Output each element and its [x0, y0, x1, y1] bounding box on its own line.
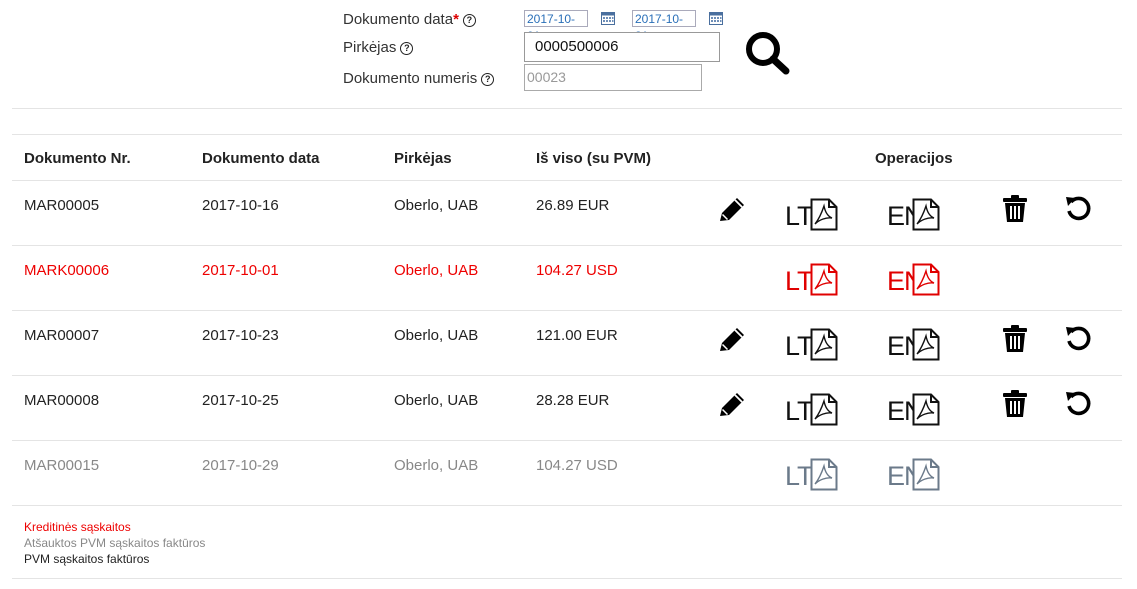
- cell-buyer: Oberlo, UAB: [394, 197, 479, 214]
- trash-icon[interactable]: [1002, 390, 1028, 423]
- divider: [12, 505, 1122, 506]
- edit-icon[interactable]: [717, 195, 747, 228]
- edit-icon[interactable]: [717, 390, 747, 423]
- table-row: MARK00006 2017-10-01 Oberlo, UAB 104.27 USD…: [12, 246, 1122, 311]
- column-header-date: Dokumento data: [202, 150, 320, 167]
- cell-buyer: Oberlo, UAB: [394, 262, 479, 279]
- pdf-lt-button[interactable]: LT: [785, 198, 841, 232]
- divider: [12, 578, 1122, 579]
- pdf-lt-button[interactable]: LT: [785, 393, 841, 427]
- date-label: Dokumento data*?: [343, 11, 476, 28]
- table-row: MAR00015 2017-10-29 Oberlo, UAB 104.27 USD L…: [12, 441, 1122, 506]
- cell-document-number: MAR00015: [24, 457, 100, 474]
- pdf-icon: [912, 393, 940, 426]
- table-row: MAR00007 2017-10-23 Oberlo, UAB 121.00 EUR L…: [12, 311, 1122, 376]
- pdf-language-label: LT: [785, 461, 813, 491]
- cell-buyer: Oberlo, UAB: [394, 327, 479, 344]
- pdf-icon: [912, 263, 940, 296]
- pdf-language-label: LT: [785, 331, 813, 361]
- pdf-en-button[interactable]: EN: [887, 458, 943, 492]
- pdf-language-label: LT: [785, 266, 813, 296]
- pdf-icon: [810, 198, 838, 231]
- trash-icon[interactable]: [1002, 195, 1028, 228]
- undo-icon[interactable]: [1064, 195, 1094, 228]
- search-icon[interactable]: [742, 30, 792, 78]
- legend-credit: Kreditinės sąskaitos: [24, 520, 131, 534]
- cell-document-date: 2017-10-25: [202, 392, 279, 409]
- legend-cancelled: Atšauktos PVM sąskaitos faktūros: [24, 536, 206, 550]
- column-header-total: Iš viso (su PVM): [536, 150, 652, 167]
- document-number-label: Dokumento numeris?: [343, 70, 495, 87]
- pdf-icon: [810, 328, 838, 361]
- cell-total: 121.00 EUR: [536, 327, 618, 344]
- cell-document-date: 2017-10-16: [202, 197, 279, 214]
- pdf-language-label: LT: [785, 201, 813, 231]
- undo-icon[interactable]: [1064, 390, 1094, 423]
- buyer-input[interactable]: 0000500006: [524, 32, 720, 62]
- cell-total: 28.28 EUR: [536, 392, 610, 409]
- cell-document-date: 2017-10-29: [202, 457, 279, 474]
- trash-icon[interactable]: [1002, 325, 1028, 358]
- date-from-input[interactable]: 2017-10-01: [524, 10, 588, 43]
- divider: [12, 134, 1122, 135]
- legend-normal: PVM sąskaitos faktūros: [24, 552, 150, 566]
- required-mark: *: [453, 11, 459, 28]
- pdf-lt-button[interactable]: LT: [785, 263, 841, 297]
- pdf-icon: [912, 198, 940, 231]
- help-icon[interactable]: ?: [481, 73, 495, 86]
- pdf-icon: [912, 458, 940, 491]
- pdf-icon: [810, 393, 838, 426]
- pdf-lt-button[interactable]: LT: [785, 328, 841, 362]
- cell-document-number: MAR00005: [24, 197, 100, 214]
- cell-document-number: MAR00007: [24, 327, 100, 344]
- pdf-en-button[interactable]: EN: [887, 328, 943, 362]
- column-header-number: Dokumento Nr.: [24, 150, 131, 167]
- cell-document-number: MARK00006: [24, 262, 110, 279]
- pdf-lt-button[interactable]: LT: [785, 458, 841, 492]
- cell-total: 26.89 EUR: [536, 197, 610, 214]
- pdf-icon: [810, 458, 838, 491]
- pdf-icon: [810, 263, 838, 296]
- column-header-buyer: Pirkėjas: [394, 150, 452, 167]
- calendar-icon[interactable]: [601, 11, 615, 25]
- document-number-input[interactable]: 00023: [524, 64, 702, 91]
- cell-total: 104.27 USD: [536, 262, 618, 279]
- cell-buyer: Oberlo, UAB: [394, 457, 479, 474]
- cell-buyer: Oberlo, UAB: [394, 392, 479, 409]
- cell-total: 104.27 USD: [536, 457, 618, 474]
- edit-icon[interactable]: [717, 325, 747, 358]
- cell-document-date: 2017-10-23: [202, 327, 279, 344]
- calendar-icon[interactable]: [709, 11, 723, 25]
- pdf-en-button[interactable]: EN: [887, 263, 943, 297]
- undo-icon[interactable]: [1064, 325, 1094, 358]
- table-row: MAR00005 2017-10-16 Oberlo, UAB 26.89 EUR LT…: [12, 181, 1122, 246]
- date-to-input[interactable]: 2017-10-31: [632, 10, 696, 43]
- buyer-label: Pirkėjas?: [343, 39, 414, 56]
- pdf-icon: [912, 328, 940, 361]
- cell-document-date: 2017-10-01: [202, 262, 279, 279]
- table-row: MAR00008 2017-10-25 Oberlo, UAB 28.28 EUR LT…: [12, 376, 1122, 441]
- pdf-en-button[interactable]: EN: [887, 198, 943, 232]
- help-icon[interactable]: ?: [400, 42, 414, 55]
- pdf-language-label: LT: [785, 396, 813, 426]
- pdf-en-button[interactable]: EN: [887, 393, 943, 427]
- cell-document-number: MAR00008: [24, 392, 100, 409]
- column-header-operations: Operacijos: [875, 150, 953, 167]
- help-icon[interactable]: ?: [462, 14, 476, 27]
- divider: [12, 108, 1122, 109]
